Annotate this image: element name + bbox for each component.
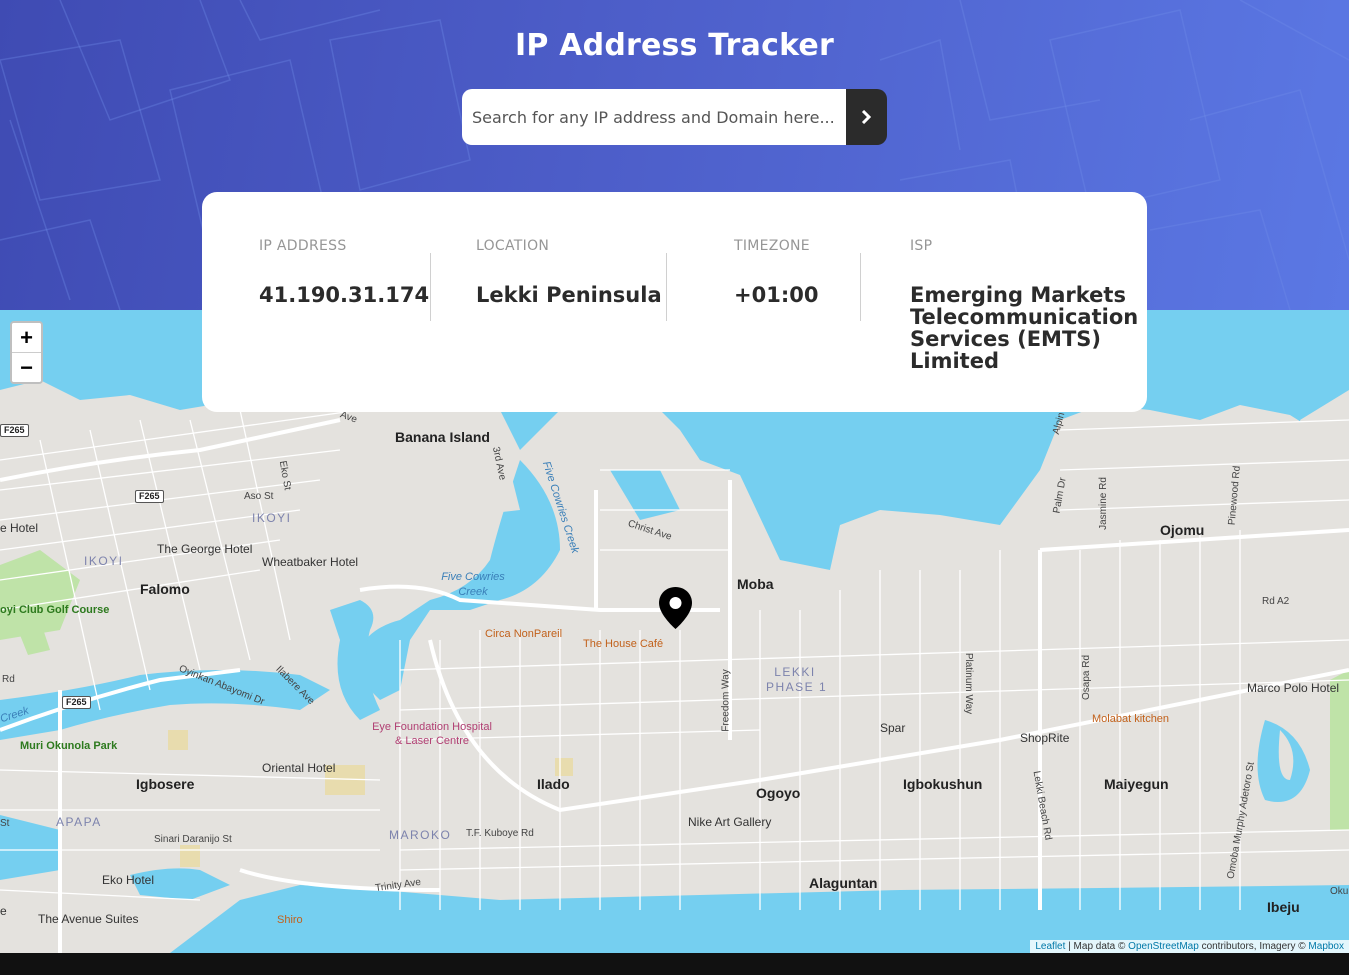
info-card: IP ADDRESS 41.190.31.174 LOCATION Lekki …	[202, 192, 1147, 412]
map-label-igbosere: Igbosere	[136, 776, 195, 792]
leaflet-link[interactable]: Leaflet	[1035, 941, 1065, 952]
map-label-nike-art-gallery: Nike Art Gallery	[688, 815, 772, 829]
location-pin-icon[interactable]	[658, 586, 693, 630]
map-label-ikoyi: IKOYI	[84, 554, 124, 568]
road-label-rd-left: Rd	[2, 674, 15, 685]
divider	[666, 253, 667, 321]
road-label-kuboye: T.F. Kuboye Rd	[466, 828, 534, 839]
map-label-five-cowries-line1: Five Cowries	[441, 571, 505, 583]
zoom-control: + −	[10, 321, 43, 384]
map-label-maiyegun: Maiyegun	[1104, 776, 1169, 792]
map-label-eye-line1: Eye Foundation Hospital	[372, 721, 492, 733]
map-label-eye-foundation: Eye Foundation Hospital & Laser Centre	[368, 720, 496, 748]
map-label-ogoyo: Ogoyo	[756, 785, 801, 801]
map-label-molabat: Molabat kitchen	[1092, 713, 1170, 725]
map-label-george-hotel: The George Hotel	[157, 542, 253, 556]
road-label-platinum-way: Platinum Way	[963, 652, 975, 715]
timezone-value: +01:00	[734, 283, 819, 307]
chevron-right-icon	[861, 110, 872, 124]
map-label-oriental: Oriental Hotel	[262, 761, 336, 775]
map-label-muri-park: Muri Okunola Park	[20, 740, 118, 752]
road-label-sinari: Sinari Daranijo St	[154, 834, 232, 845]
map-label-apapa: APAPA	[56, 815, 102, 829]
ip-address-label: IP ADDRESS	[259, 238, 347, 254]
search-input[interactable]	[462, 89, 846, 145]
search-form	[462, 89, 887, 145]
map-label-eko-hotel: Eko Hotel	[102, 873, 155, 887]
isp-label: ISP	[910, 238, 933, 254]
divider	[860, 253, 861, 321]
map-label-shoprite: ShopRite	[1020, 731, 1070, 745]
zoom-in-button[interactable]: +	[12, 323, 41, 353]
mapbox-link[interactable]: Mapbox	[1308, 941, 1344, 952]
road-label-rd-a2: Rd A2	[1262, 596, 1290, 607]
map-label-banana-island: Banana Island	[395, 429, 490, 445]
map-label-hotel-left: e Hotel	[0, 521, 39, 535]
map-label-shiro: Shiro	[277, 914, 303, 926]
map-label-alaguntan: Alaguntan	[809, 875, 878, 891]
attribution-contributors: contributors, Imagery ©	[1201, 941, 1306, 952]
map-label-wheatbaker: Wheatbaker Hotel	[262, 555, 359, 569]
map-label-e-left: e	[0, 904, 7, 918]
map-label-oku: Oku	[1330, 886, 1349, 897]
map-label-eye-line2: & Laser Centre	[395, 735, 469, 747]
zoom-out-button[interactable]: −	[12, 353, 41, 382]
location-value: Lekki Peninsula	[476, 283, 662, 307]
map-label-marco-polo: Marco Polo Hotel	[1247, 681, 1340, 695]
map-label-falomo: Falomo	[140, 581, 190, 597]
divider	[430, 253, 431, 321]
map-label-ikoyi-area: IKOYI	[252, 511, 292, 525]
map-label-house-cafe: The House Café	[583, 638, 664, 650]
road-label-jasmine-rd: Jasmine Rd	[1097, 477, 1109, 530]
highway-shield-f265: F265	[62, 696, 91, 709]
map-label-circa: Circa NonPareil	[485, 628, 563, 640]
page-title: IP Address Tracker	[515, 28, 834, 63]
map-label-lekki-phase-1: LEKKI PHASE 1	[766, 665, 828, 695]
map-label-lekki-line1: LEKKI	[774, 665, 816, 679]
location-label: LOCATION	[476, 238, 550, 254]
page-bottom-bar	[0, 953, 1349, 975]
road-label-st-left: St	[0, 818, 10, 829]
map-label-igbokushun: Igbokushun	[903, 776, 983, 792]
map-label-ilado: Ilado	[537, 776, 570, 792]
map-attribution: Leaflet | Map data © OpenStreetMap contr…	[1030, 940, 1349, 953]
search-button[interactable]	[846, 89, 887, 145]
road-label-osapa-rd: Osapa Rd	[1081, 654, 1093, 701]
isp-value: Emerging Markets Telecommunication Servi…	[910, 283, 1139, 373]
highway-shield-f265: F265	[135, 490, 164, 503]
map-label-maroko: MAROKO	[389, 828, 452, 842]
map-label-lekki-line2: PHASE 1	[766, 680, 828, 694]
map-label-spar: Spar	[880, 721, 906, 735]
road-label-aso-st: Aso St	[244, 491, 274, 502]
attribution-map-data: | Map data ©	[1068, 941, 1126, 952]
map-label-golf: oyi Club Golf Course	[0, 604, 110, 616]
map-label-five-cowries-line2: Creek	[458, 586, 488, 598]
map-label-avenue-suites: The Avenue Suites	[38, 912, 139, 926]
openstreetmap-link[interactable]: OpenStreetMap	[1128, 941, 1199, 952]
ip-address-value: 41.190.31.174	[259, 283, 430, 307]
map-label-ojomu: Ojomu	[1160, 522, 1205, 538]
map-label-ibeju: Ibeju	[1267, 899, 1300, 915]
highway-shield-f265: F265	[0, 424, 29, 437]
map-label-five-cowries: Five Cowries Creek	[438, 570, 508, 600]
road-label-freedom-way: Freedom Way	[720, 669, 732, 732]
map-label-moba: Moba	[737, 576, 774, 592]
timezone-label: TIMEZONE	[734, 238, 810, 254]
